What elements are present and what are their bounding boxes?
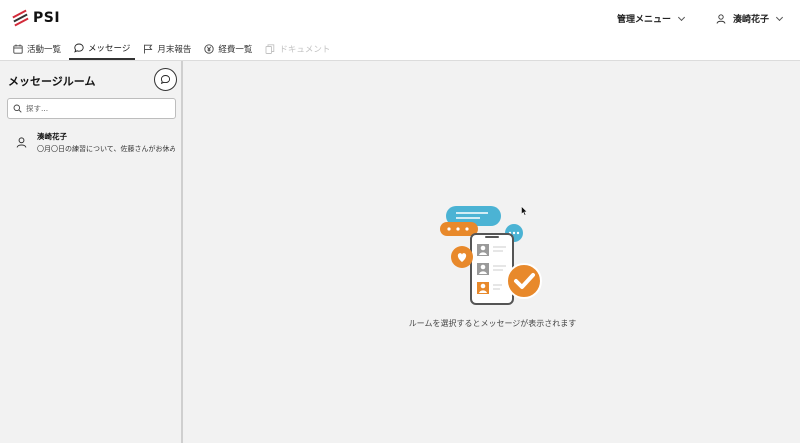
flag-icon: [144, 44, 153, 54]
chat-icon: [74, 43, 84, 53]
room-text: 湊崎花子 〇月〇日の練習について、佐藤さんがお休みです: [37, 131, 175, 154]
calendar-icon: [13, 44, 23, 54]
new-room-button[interactable]: [154, 68, 177, 91]
tab-messages[interactable]: メッセージ: [69, 38, 136, 60]
tab-monthly-report[interactable]: 月末報告: [138, 38, 196, 60]
tab-documents[interactable]: ドキュメント: [260, 38, 335, 60]
logo-mark-icon: [12, 9, 29, 27]
nav-tabs: 活動一覧 メッセージ 月末報告 経費一覧 ドキュメント: [8, 38, 338, 61]
messaging-illustration: [440, 206, 542, 305]
mouse-cursor-icon: [521, 206, 528, 216]
chevron-down-icon: [677, 13, 686, 21]
empty-state-message: ルームを選択するとメッセージが表示されます: [408, 319, 577, 328]
tab-label: 経費一覧: [218, 45, 253, 55]
tab-activities[interactable]: 活動一覧: [8, 38, 66, 60]
app-header: PSI 管理メニュー 湊崎花子 活動一覧 メッセージ 月末報告 経費一覧 ドキュ…: [0, 0, 800, 61]
room-name: 湊崎花子: [37, 131, 67, 141]
message-room-sidebar: メッセージルーム 湊崎花子 〇月〇日の練習について、佐藤さんがお休みです: [0, 61, 183, 443]
user-icon: [716, 13, 726, 24]
user-menu-dropdown[interactable]: 湊崎花子: [716, 12, 784, 25]
room-list-item[interactable]: 湊崎花子 〇月〇日の練習について、佐藤さんがお休みです: [0, 128, 181, 156]
user-name: 湊崎花子: [733, 15, 770, 25]
tab-label: 活動一覧: [27, 45, 62, 55]
room-search-input[interactable]: [26, 104, 166, 113]
new-chat-icon: [160, 75, 171, 85]
yen-icon: [204, 44, 215, 54]
search-icon: [13, 104, 22, 113]
tab-label: メッセージ: [88, 44, 131, 54]
app-logo[interactable]: PSI: [12, 9, 61, 27]
admin-menu-dropdown[interactable]: 管理メニュー: [617, 12, 686, 25]
tab-label: ドキュメント: [279, 45, 331, 55]
user-avatar-icon: [16, 136, 27, 148]
logo-text: PSI: [33, 10, 61, 26]
document-icon: [265, 44, 275, 54]
sidebar-title: メッセージルーム: [8, 75, 96, 88]
tab-label: 月末報告: [157, 45, 192, 55]
chevron-down-icon: [775, 13, 784, 21]
admin-menu-label: 管理メニュー: [617, 15, 672, 25]
room-search-box[interactable]: [7, 98, 176, 119]
tab-expenses[interactable]: 経費一覧: [199, 38, 257, 60]
message-main-area: ルームを選択するとメッセージが表示されます: [185, 61, 800, 443]
room-last-message: 〇月〇日の練習について、佐藤さんがお休みです: [37, 144, 175, 153]
